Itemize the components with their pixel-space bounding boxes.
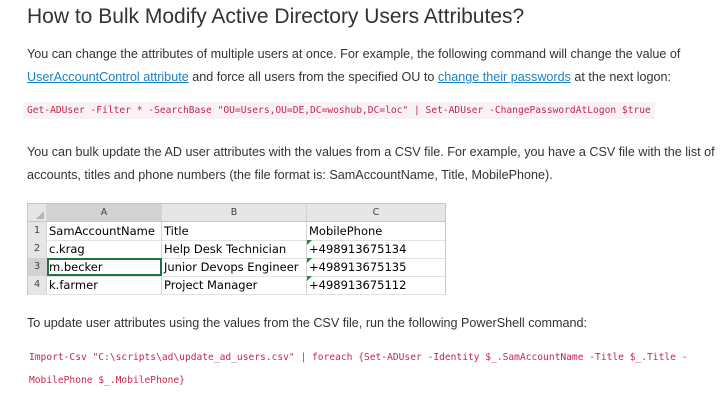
csv-spreadsheet-image: A B C 1 SamAccountName Title MobilePhone… [27,203,446,295]
table-row: 4 k.farmer Project Manager +498913675112 [28,276,445,295]
column-header-c: C [372,207,380,218]
row-number: 4 [28,276,47,294]
cell-text: +498913675134 [309,242,407,256]
table-cell: k.farmer [47,276,162,294]
column-header-row: A B C [28,204,445,222]
cell-text: +498913675112 [309,278,407,292]
intro-text-a: You can change the attributes of multipl… [27,47,681,61]
code-snippet-set-aduser: Get-ADUser -Filter * -SearchBase "OU=Use… [23,102,655,119]
table-cell: Project Manager [162,276,307,294]
useraccountcontrol-link[interactable]: UserAccountControl attribute [27,70,189,84]
intro-paragraph: You can change the attributes of multipl… [27,43,717,89]
row-number: 2 [28,240,47,258]
code-snippet-import-csv: Import-Csv "C:\scripts\ad\update_ad_user… [29,352,688,386]
table-row: 3 m.becker Junior Devops Engineer +49891… [28,258,445,277]
table-cell: Help Desk Technician [162,240,307,258]
row-number: 1 [28,222,47,240]
active-cell: m.becker [47,258,162,276]
cell-text: +498913675135 [309,260,407,274]
number-as-text-warning-icon [307,276,312,281]
intro-text-b: and force all users from the specified O… [188,70,438,84]
csv-paragraph: You can bulk update the AD user attribut… [27,145,715,182]
number-as-text-warning-icon [307,240,312,245]
number-as-text-warning-icon [307,258,312,263]
column-header-a: A [47,204,162,221]
row-number: 3 [28,258,47,276]
table-cell: +498913675112 [307,276,445,294]
table-cell: Junior Devops Engineer [162,258,307,276]
table-cell: c.krag [47,240,162,258]
table-cell: MobilePhone [309,224,383,238]
intro-text-c: at the next logon: [570,70,672,84]
column-header-b: B [162,204,307,221]
article-heading: How to Bulk Modify Active Directory User… [27,5,525,28]
table-cell: +498913675135 [307,258,445,276]
powershell-paragraph: To update user attributes using the valu… [27,316,588,330]
corner-triangle-icon [36,211,44,219]
table-row: 1 SamAccountName Title MobilePhone [28,222,445,241]
select-all-corner [28,204,47,221]
table-row: 2 c.krag Help Desk Technician +498913675… [28,240,445,259]
table-cell: +498913675134 [307,240,445,258]
change-passwords-link[interactable]: change their passwords [438,70,571,84]
table-cell: SamAccountName [47,222,162,240]
table-cell: Title [162,222,307,240]
